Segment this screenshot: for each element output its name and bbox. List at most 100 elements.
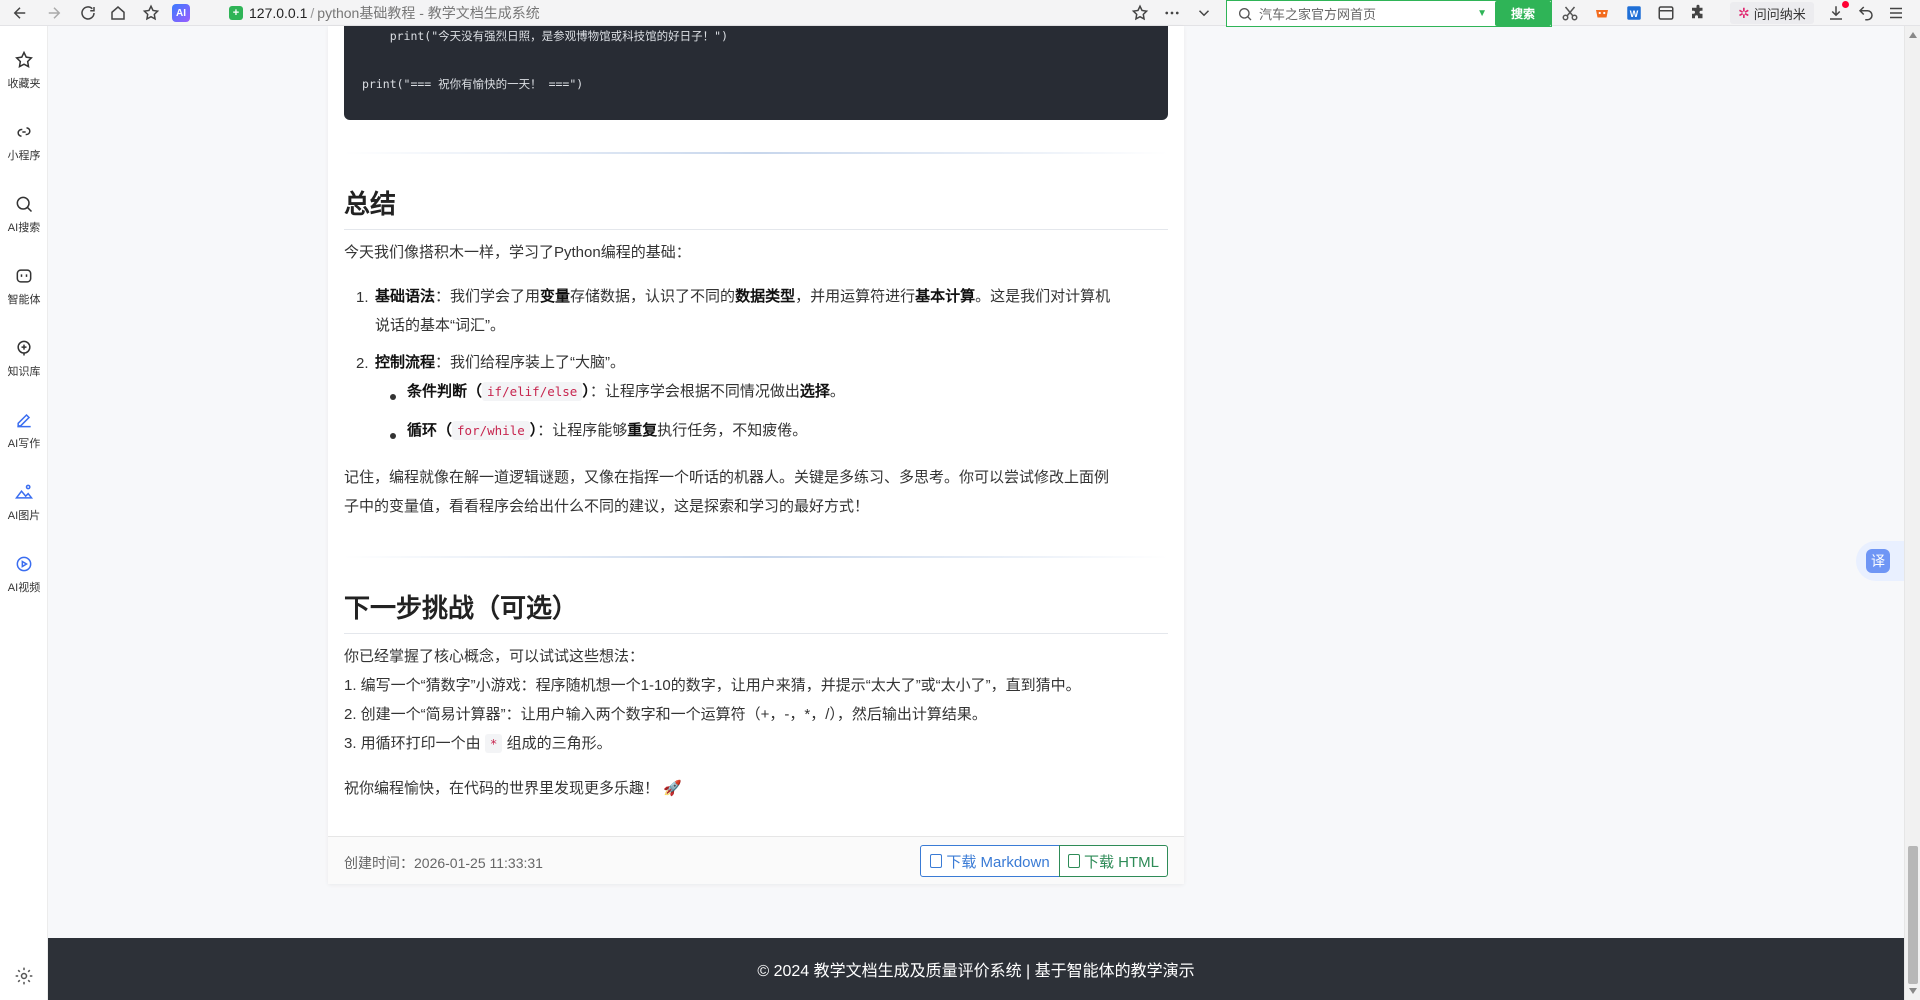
text-run: ，并用运算符进行 bbox=[795, 288, 916, 305]
sidebar-item-favorites[interactable]: 收藏夹 bbox=[0, 50, 48, 102]
left-sidebar: 收藏夹 小程序 AI搜索 智能体 知识库 AI写作 AI图片 AI视频 bbox=[0, 26, 48, 1000]
text-run: 组成的三角形。 bbox=[506, 735, 612, 752]
list-item-control-flow: 控制流程：我们给程序装上了“大脑”。 bbox=[375, 348, 1175, 377]
inline-code: * bbox=[484, 734, 503, 753]
sidebar-item-label: AI视频 bbox=[7, 582, 41, 594]
text-run: ：我们学会了用 bbox=[435, 288, 541, 305]
agent-icon bbox=[16, 269, 32, 283]
image-icon bbox=[15, 484, 34, 499]
word-icon[interactable]: W bbox=[1624, 3, 1644, 23]
sub-item-title-close: ） bbox=[582, 383, 590, 400]
card-footer: 创建时间：2026-01-25 11:33:31 下载 Markdown 下载 … bbox=[328, 836, 1184, 884]
text-run: ：让程序学会根据不同情况做出 bbox=[589, 383, 800, 400]
back-icon[interactable] bbox=[8, 1, 32, 25]
summary-remember-paragraph: 记住，编程就像在解一道逻辑谜题，又像在指挥一个听话的机器人。关键是多练习、多思考… bbox=[344, 463, 1168, 521]
extensions-puzzle-icon[interactable] bbox=[1688, 3, 1708, 23]
sidebar-item-ai-video[interactable]: AI视频 bbox=[0, 554, 48, 606]
address-separator: / bbox=[310, 5, 315, 21]
bold-term: 重复 bbox=[627, 422, 658, 439]
bullet-dot bbox=[390, 433, 396, 439]
bookmark-star-icon[interactable] bbox=[1128, 1, 1152, 25]
undo-icon[interactable] bbox=[1856, 3, 1876, 23]
sub-item-loops: 循环（ for/while ）：让程序能够重复执行任务，不知疲倦。 bbox=[407, 416, 1167, 445]
reader-icon[interactable] bbox=[1656, 3, 1676, 23]
sidebar-item-agent[interactable]: 智能体 bbox=[0, 266, 48, 318]
text-run: 执行任务，不知疲倦。 bbox=[657, 422, 808, 439]
text-run: 记住，编程就像在解一道逻辑谜题，又像在指挥一个听话的机器人。关键是多练习、多思考… bbox=[344, 469, 1110, 486]
sidebar-item-knowledge[interactable]: 知识库 bbox=[0, 338, 48, 390]
menu-icon[interactable] bbox=[1886, 3, 1906, 23]
translate-float-button[interactable]: 译 bbox=[1856, 541, 1904, 581]
home-icon[interactable] bbox=[106, 1, 130, 25]
file-icon bbox=[930, 854, 943, 868]
challenge-intro: 你已经掌握了核心概念，可以试试这些想法： bbox=[344, 648, 645, 665]
write-icon bbox=[17, 413, 31, 428]
text-run: 3. 用循环打印一个由 bbox=[344, 735, 481, 752]
sub-item-conditionals: 条件判断（ if/elif/else ）：让程序学会根据不同情况做出选择。 bbox=[407, 377, 1167, 406]
favorites-star-icon[interactable] bbox=[139, 1, 163, 25]
chevron-down-icon[interactable] bbox=[1192, 1, 1216, 25]
sidebar-item-label: AI写作 bbox=[7, 438, 41, 450]
scroll-up-arrow-icon[interactable] bbox=[1909, 32, 1917, 38]
text-run: 说话的基本“词汇”。 bbox=[375, 317, 505, 334]
text-run: 子中的变量值，看看程序会给出什么不同的建议，这是探索和学习的最好方式！ bbox=[344, 498, 870, 515]
code-block: print("今天没有强烈日照，是参观博物馆或科技馆的好日子！") print(… bbox=[344, 26, 1168, 120]
address-bar[interactable]: + 127.0.0.1 / python基础教程 - 教学文档生成系统 bbox=[205, 0, 1205, 26]
created-time: 创建时间：2026-01-25 11:33:31 bbox=[344, 855, 543, 871]
inline-code: for/while bbox=[452, 421, 530, 440]
svg-text:W: W bbox=[1630, 9, 1639, 19]
text-run: 。 bbox=[829, 383, 845, 400]
scroll-down-arrow-icon[interactable] bbox=[1909, 988, 1917, 994]
translate-icon: 译 bbox=[1866, 549, 1890, 573]
sidebar-item-miniprogram[interactable]: 小程序 bbox=[0, 122, 48, 174]
download-html-label: 下载 HTML bbox=[1083, 853, 1159, 871]
text-run: 。这是我们对计算机 bbox=[975, 288, 1111, 305]
wenwen-nami-button[interactable]: ✲ 问问纳米 bbox=[1730, 2, 1814, 24]
forward-icon[interactable] bbox=[42, 1, 66, 25]
text-run: ：我们给程序装上了“大脑”。 bbox=[435, 354, 626, 371]
text-run: 存储数据，认识了不同的 bbox=[570, 288, 736, 305]
game-extension-icon[interactable] bbox=[1592, 3, 1612, 23]
page-scrollbar[interactable] bbox=[1904, 26, 1920, 1000]
document-card: print("今天没有强烈日照，是参观博物馆或科技馆的好日子！") print(… bbox=[328, 26, 1184, 884]
browser-toolbar: AI + 127.0.0.1 / python基础教程 - 教学文档生成系统 汽… bbox=[0, 0, 1920, 27]
more-icon[interactable] bbox=[1160, 1, 1184, 25]
scissors-icon[interactable] bbox=[1560, 3, 1580, 23]
download-html-button[interactable]: 下载 HTML bbox=[1059, 845, 1168, 877]
settings-gear-icon[interactable] bbox=[14, 966, 34, 986]
challenge-item-3: 3. 用循环打印一个由 * 组成的三角形。 bbox=[344, 729, 1168, 758]
sidebar-item-ai-image[interactable]: AI图片 bbox=[0, 482, 48, 534]
sidebar-item-ai-writing[interactable]: AI写作 bbox=[0, 410, 48, 462]
sidebar-item-label: AI搜索 bbox=[7, 222, 41, 234]
sub-item-title: 条件判断（ bbox=[407, 383, 483, 400]
section-divider bbox=[344, 152, 1168, 154]
bold-term: 变量 bbox=[540, 288, 571, 305]
search-input[interactable]: 汽车之家官方网首页 bbox=[1259, 4, 1477, 23]
search-engine-dropdown-icon[interactable]: ▼ bbox=[1477, 8, 1487, 19]
sub-item-title: 循环（ bbox=[407, 422, 453, 439]
site-footer: © 2024 教学文档生成及质量评价系统 | 基于智能体的教学演示 bbox=[48, 938, 1904, 1000]
challenge-item-1: 1. 编写一个“猜数字”小游戏：程序随机想一个1-10的数字，让用户来猜，并提示… bbox=[344, 677, 1081, 694]
sidebar-item-label: AI图片 bbox=[7, 510, 41, 522]
address-page-title: python基础教程 - 教学文档生成系统 bbox=[317, 5, 540, 21]
challenge-heading: 下一步挑战（可选） bbox=[344, 588, 1168, 634]
list-number: 1. bbox=[356, 289, 369, 306]
browser-search-box[interactable]: 汽车之家官方网首页 ▼ 搜索 bbox=[1226, 0, 1552, 27]
scrollbar-thumb[interactable] bbox=[1908, 846, 1918, 984]
bold-term: 选择 bbox=[799, 383, 830, 400]
search-button[interactable]: 搜索 bbox=[1495, 1, 1551, 26]
list-item-title: 控制流程 bbox=[375, 354, 436, 371]
list-item-basic-syntax: 基础语法：我们学会了用变量存储数据，认识了不同的数据类型，并用运算符进行基本计算… bbox=[375, 282, 1175, 340]
download-markdown-button[interactable]: 下载 Markdown bbox=[920, 845, 1060, 877]
challenge-item-2: 2. 创建一个“简易计算器”：让用户输入两个数字和一个运算符（+，-，*，/），… bbox=[344, 706, 987, 723]
sidebar-item-ai-search[interactable]: AI搜索 bbox=[0, 194, 48, 246]
search-icon bbox=[16, 196, 33, 213]
wenwen-label: 问问纳米 bbox=[1753, 6, 1806, 22]
summary-heading: 总结 bbox=[344, 184, 1168, 230]
bold-term: 数据类型 bbox=[735, 288, 796, 305]
ai-assistant-icon[interactable]: AI bbox=[172, 4, 190, 22]
address-host: 127.0.0.1 bbox=[249, 5, 308, 21]
reload-icon[interactable] bbox=[76, 1, 100, 25]
list-item-title: 基础语法 bbox=[375, 288, 436, 305]
bold-term: 基本计算 bbox=[915, 288, 976, 305]
